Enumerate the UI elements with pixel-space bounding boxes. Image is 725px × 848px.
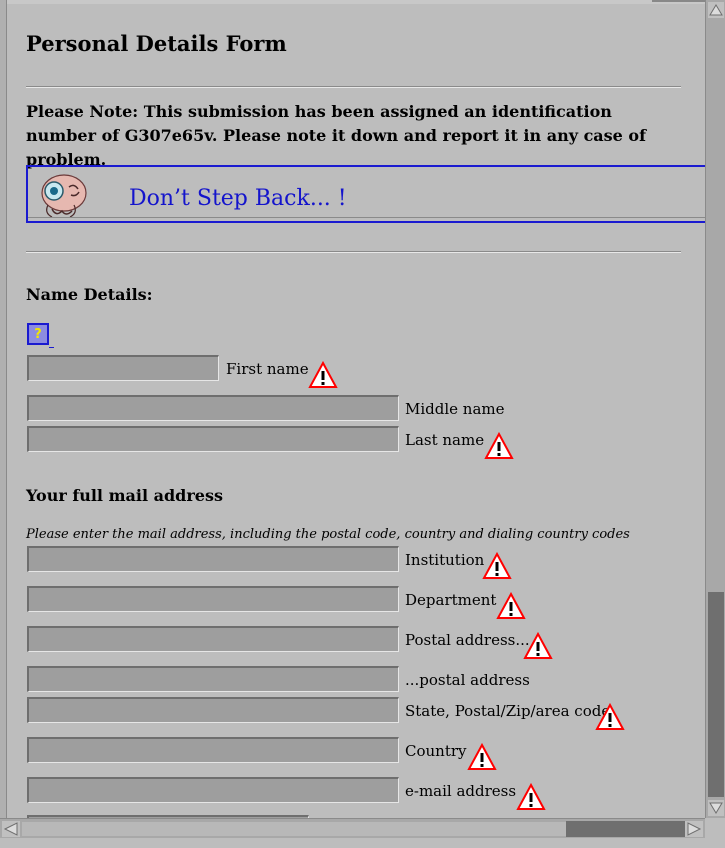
scroll-up-arrow-icon[interactable] [708, 2, 724, 18]
state-postal-code-field[interactable] [27, 697, 399, 723]
frame-top [0, 0, 705, 4]
vertical-scroll-thumb[interactable] [708, 592, 724, 797]
country-field[interactable] [27, 737, 399, 763]
last-name-label: Last name [405, 431, 485, 449]
help-button[interactable]: ? [27, 323, 49, 345]
email-input[interactable] [29, 779, 398, 802]
mail-address-instructions: Please enter the mail address, including… [26, 527, 630, 542]
postal-address-input-1[interactable] [29, 628, 398, 651]
warning-icon [484, 432, 514, 459]
email-field[interactable] [27, 777, 399, 803]
middle-name-label: Middle name [405, 400, 505, 418]
banner-text: Don’t Step Back... ! [129, 186, 347, 211]
country-label: Country [405, 742, 467, 760]
warning-icon [523, 632, 553, 659]
last-name-field[interactable] [27, 426, 399, 452]
window-bottom-edge [0, 838, 725, 848]
postal-address-label-2: ...postal address [405, 671, 530, 689]
postal-address-input-2[interactable] [29, 668, 398, 691]
institution-label: Institution [405, 551, 485, 569]
institution-field[interactable] [27, 546, 399, 572]
form-page: Personal Details Form Please Note: This … [0, 0, 705, 818]
divider [26, 251, 681, 253]
department-label: Department [405, 591, 497, 609]
horizontal-scrollbar[interactable] [0, 818, 705, 838]
warning-icon [496, 592, 526, 619]
middle-name-field[interactable] [27, 395, 399, 421]
warning-icon [482, 552, 512, 579]
dont-step-back-banner: Don’t Step Back... ! [26, 165, 705, 223]
page-title: Personal Details Form [26, 31, 287, 56]
mascot-icon [41, 174, 87, 218]
state-postal-code-input[interactable] [29, 699, 398, 722]
postal-address-field-2[interactable] [27, 666, 399, 692]
name-details-heading: Name Details: [26, 285, 153, 304]
question-icon: ? [34, 326, 42, 342]
frame-notch [652, 0, 705, 2]
institution-input[interactable] [29, 548, 398, 571]
divider [26, 86, 681, 88]
warning-icon [308, 361, 338, 388]
state-postal-code-label: State, Postal/Zip/area code [405, 702, 611, 720]
postal-address-label-1: Postal address... [405, 631, 530, 649]
submission-note: Please Note: This submission has been as… [26, 102, 646, 169]
country-input[interactable] [29, 739, 398, 762]
mail-address-heading: Your full mail address [26, 486, 223, 505]
first-name-field[interactable] [27, 355, 219, 381]
first-name-input[interactable] [29, 357, 218, 380]
middle-name-input[interactable] [29, 397, 398, 420]
email-label: e-mail address [405, 782, 517, 800]
scrollbar-corner [705, 818, 725, 838]
vertical-scrollbar[interactable] [705, 0, 725, 818]
scroll-right-arrow-icon[interactable] [685, 821, 703, 837]
frame-left [0, 0, 7, 818]
warning-icon [595, 703, 625, 730]
warning-icon [516, 783, 546, 810]
last-name-input[interactable] [29, 428, 398, 451]
postal-address-field-1[interactable] [27, 626, 399, 652]
department-input[interactable] [29, 588, 398, 611]
first-name-label: First name [226, 360, 309, 378]
scroll-left-arrow-icon[interactable] [2, 821, 20, 837]
horizontal-scroll-thumb[interactable] [566, 821, 685, 837]
department-field[interactable] [27, 586, 399, 612]
scroll-down-arrow-icon[interactable] [708, 800, 724, 816]
warning-icon [467, 743, 497, 770]
